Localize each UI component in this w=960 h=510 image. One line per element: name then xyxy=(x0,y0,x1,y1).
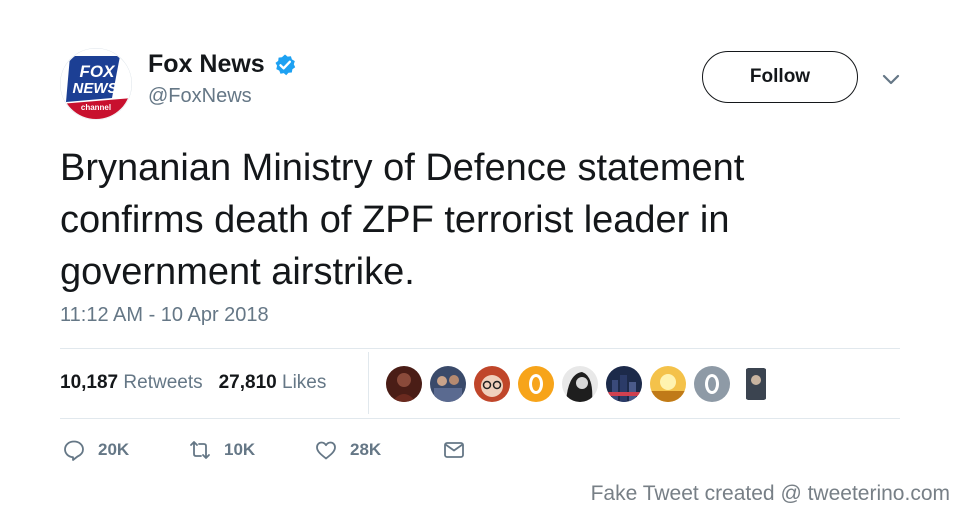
grey-ring-icon xyxy=(694,366,730,402)
svg-text:NEWS: NEWS xyxy=(73,80,118,97)
retweets-label: Retweets xyxy=(123,372,203,393)
retweets-count: 10,187 xyxy=(60,372,119,393)
liker-avatar-8[interactable] xyxy=(694,366,730,402)
tweet-card: FOX NEWS channel Fox News @FoxNews Follo… xyxy=(0,0,960,510)
retweets-stat[interactable]: 10,187 Retweets xyxy=(60,372,203,394)
retweet-button[interactable]: 10K xyxy=(188,438,255,462)
liker-avatar-2[interactable] xyxy=(430,366,466,402)
person-dark-photo-icon xyxy=(738,366,774,402)
fox-news-logo: FOX NEWS channel xyxy=(60,48,132,120)
divider xyxy=(60,348,900,349)
like-count: 28K xyxy=(350,440,382,459)
watermark-footer: Fake Tweet created @ tweeterino.com xyxy=(590,482,950,505)
retweet-count: 10K xyxy=(224,440,256,459)
follow-button[interactable]: Follow xyxy=(702,51,858,103)
reply-button[interactable]: 20K xyxy=(62,438,129,462)
liker-avatar-1[interactable] xyxy=(386,366,422,402)
user-handle[interactable]: @FoxNews xyxy=(148,85,252,108)
likes-count: 27,810 xyxy=(218,372,277,393)
tweet-timestamp[interactable]: 11:12 AM - 10 Apr 2018 xyxy=(60,304,269,327)
person-photo-icon xyxy=(386,366,422,402)
city-night-photo-icon xyxy=(606,366,642,402)
divider xyxy=(60,418,900,419)
tweet-text: Brynanian Ministry of Defence statement … xyxy=(60,147,745,293)
sunset-photo-icon xyxy=(650,366,686,402)
person-bw-photo-icon xyxy=(562,366,598,402)
like-button[interactable]: 28K xyxy=(314,438,381,462)
display-name[interactable]: Fox News xyxy=(148,50,297,79)
group-photo-icon xyxy=(430,366,466,402)
reply-count: 20K xyxy=(98,440,130,459)
retweet-icon xyxy=(190,441,210,459)
svg-text:channel: channel xyxy=(81,103,111,112)
orange-ring-icon xyxy=(518,366,554,402)
reply-icon xyxy=(64,440,84,461)
chevron-down-icon[interactable] xyxy=(880,68,902,90)
liker-avatar-5[interactable] xyxy=(562,366,598,402)
stats-separator xyxy=(368,352,369,414)
tweet-stats: 10,187 Retweets 27,810 Likes xyxy=(60,372,326,394)
envelope-icon xyxy=(444,442,464,458)
display-name-text[interactable]: Fox News xyxy=(148,50,265,79)
likes-stat[interactable]: 27,810 Likes xyxy=(219,372,327,394)
svg-text:FOX: FOX xyxy=(80,62,117,81)
fox-news-avatar[interactable]: FOX NEWS channel xyxy=(60,48,132,120)
verified-badge-icon xyxy=(275,54,295,75)
liker-avatar-7[interactable] xyxy=(650,366,686,402)
likes-label: Likes xyxy=(282,372,327,393)
liker-avatar-4[interactable] xyxy=(518,366,554,402)
person-glasses-photo-icon xyxy=(474,366,510,402)
liker-avatar-3[interactable] xyxy=(474,366,510,402)
liker-avatar-6[interactable] xyxy=(606,366,642,402)
heart-icon xyxy=(316,441,336,460)
liker-avatar-9[interactable] xyxy=(738,366,774,402)
direct-message-button[interactable] xyxy=(442,438,466,462)
